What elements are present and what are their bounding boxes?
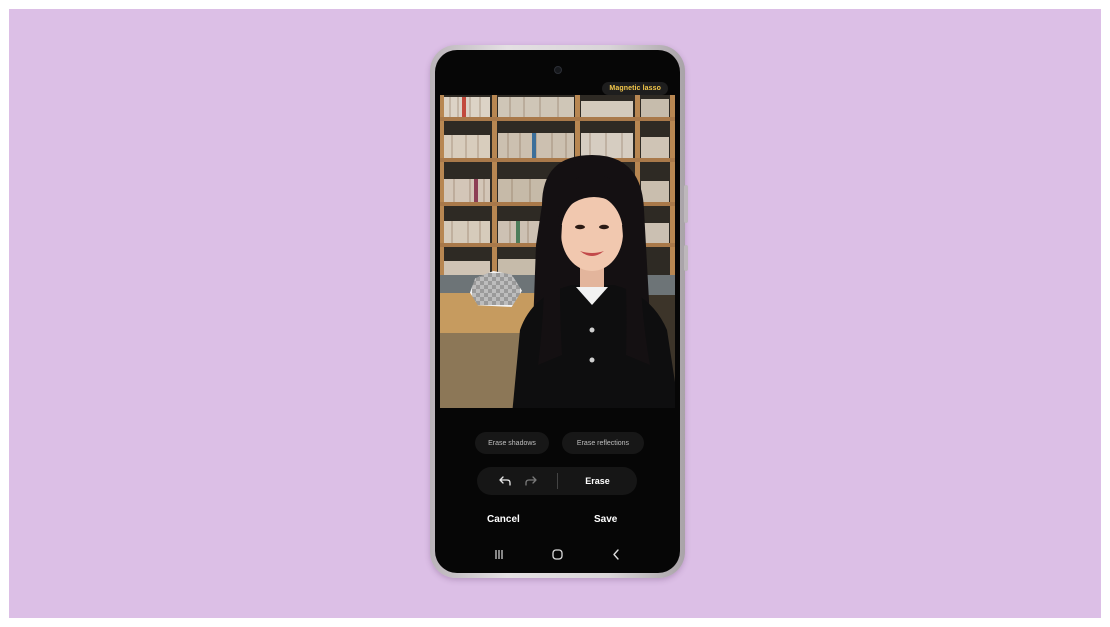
front-camera xyxy=(554,66,562,74)
volume-key xyxy=(684,185,688,223)
erase-button[interactable]: Erase xyxy=(558,476,637,486)
photo-canvas[interactable] xyxy=(440,95,675,408)
erase-shadows-button[interactable]: Erase shadows xyxy=(475,432,549,454)
undo-icon[interactable] xyxy=(493,469,517,493)
redo-icon[interactable] xyxy=(519,469,543,493)
cancel-button[interactable]: Cancel xyxy=(487,514,520,525)
power-key xyxy=(684,245,688,271)
recent-apps-icon[interactable] xyxy=(487,544,511,564)
tool-indicator-magnetic-lasso[interactable]: Magnetic lasso xyxy=(602,82,668,95)
phone-screen: Magnetic lasso Erase shadows Erase refle… xyxy=(435,50,680,573)
back-icon[interactable] xyxy=(604,544,628,564)
person-image xyxy=(512,155,675,408)
home-icon[interactable] xyxy=(545,544,569,564)
save-button[interactable]: Save xyxy=(594,514,617,525)
edit-action-bar: Erase xyxy=(477,467,637,495)
navigation-bar xyxy=(435,542,680,566)
phone-device: Magnetic lasso Erase shadows Erase refle… xyxy=(430,45,688,578)
erase-reflections-button[interactable]: Erase reflections xyxy=(562,432,644,454)
